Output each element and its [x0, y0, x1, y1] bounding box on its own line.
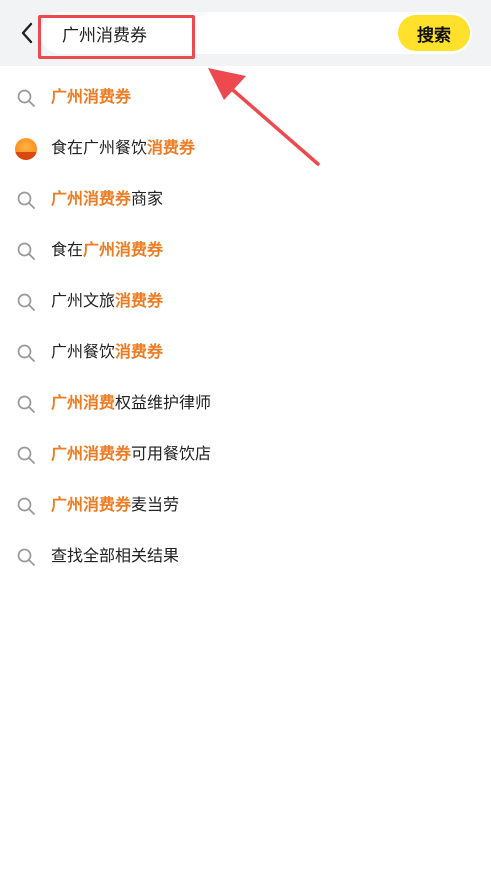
suggestion-keyword-highlight: 广州消费券: [83, 240, 164, 259]
suggestion-item[interactable]: 广州消费券麦当劳: [0, 480, 491, 531]
suggestion-text: 麦当劳: [131, 495, 180, 514]
suggestion-item[interactable]: 广州消费权益维护律师: [0, 378, 491, 429]
suggestion-item[interactable]: 食在广州餐饮消费券: [0, 123, 491, 174]
suggestion-keyword-highlight: 消费券: [115, 342, 164, 361]
suggestion-keyword-highlight: 广州消费券: [51, 495, 132, 514]
suggestion-text: 查找全部相关结果: [51, 546, 180, 565]
suggestion-text: 食在广州餐饮: [51, 138, 148, 157]
search-icon: [15, 444, 37, 466]
suggestion-item[interactable]: 广州消费券: [0, 72, 491, 123]
suggestion-text: 广州餐饮: [51, 342, 116, 361]
suggestion-list: 广州消费券 食在广州餐饮消费券 广州消费券商家 食在广州消费券 广州文旅消费券 广州餐饮消…: [0, 72, 491, 582]
suggestion-keyword-highlight: 广州消费券: [51, 189, 132, 208]
suggestion-label: 广州文旅消费券: [51, 290, 163, 312]
suggestion-label: 广州消费券: [51, 86, 131, 108]
search-icon: [15, 291, 37, 313]
suggestion-keyword-highlight: 广州消费券: [51, 444, 132, 463]
suggestion-text: 广州文旅: [51, 291, 116, 310]
suggestion-keyword-highlight: 广州消费: [51, 393, 116, 412]
suggestion-label: 广州餐饮消费券: [51, 341, 163, 363]
suggestion-item[interactable]: 查找全部相关结果: [0, 531, 491, 582]
suggestion-text: 可用餐饮店: [131, 444, 212, 463]
suggestion-keyword-highlight: 广州消费券: [51, 87, 132, 106]
suggestion-label: 广州消费券麦当劳: [51, 494, 179, 516]
suggestion-item[interactable]: 食在广州消费券: [0, 225, 491, 276]
search-icon: [15, 495, 37, 517]
food-badge-icon: [15, 138, 37, 160]
search-input[interactable]: [62, 21, 362, 45]
suggestion-label: 查找全部相关结果: [51, 545, 179, 567]
suggestion-item[interactable]: 广州餐饮消费券: [0, 327, 491, 378]
search-icon: [15, 546, 37, 568]
suggestion-item[interactable]: 广州文旅消费券: [0, 276, 491, 327]
suggestion-text: 商家: [131, 189, 164, 208]
suggestion-item[interactable]: 广州消费券可用餐饮店: [0, 429, 491, 480]
top-bar: 搜索: [0, 0, 491, 66]
suggestion-text: 食在: [51, 240, 84, 259]
search-button[interactable]: 搜索: [398, 15, 470, 51]
search-icon: [15, 342, 37, 364]
search-icon: [15, 189, 37, 211]
suggestion-text: 权益维护律师: [115, 393, 212, 412]
back-button[interactable]: [14, 18, 40, 48]
search-icon: [15, 393, 37, 415]
suggestion-label: 食在广州消费券: [51, 239, 163, 261]
suggestion-label: 食在广州餐饮消费券: [51, 137, 195, 159]
search-icon: [15, 240, 37, 262]
suggestion-label: 广州消费权益维护律师: [51, 392, 211, 414]
suggestion-item[interactable]: 广州消费券商家: [0, 174, 491, 225]
chevron-left-icon: [21, 22, 33, 44]
search-icon: [15, 87, 37, 109]
suggestion-label: 广州消费券商家: [51, 188, 163, 210]
suggestion-keyword-highlight: 消费券: [115, 291, 164, 310]
suggestion-keyword-highlight: 消费券: [147, 138, 196, 157]
suggestion-label: 广州消费券可用餐饮店: [51, 443, 211, 465]
